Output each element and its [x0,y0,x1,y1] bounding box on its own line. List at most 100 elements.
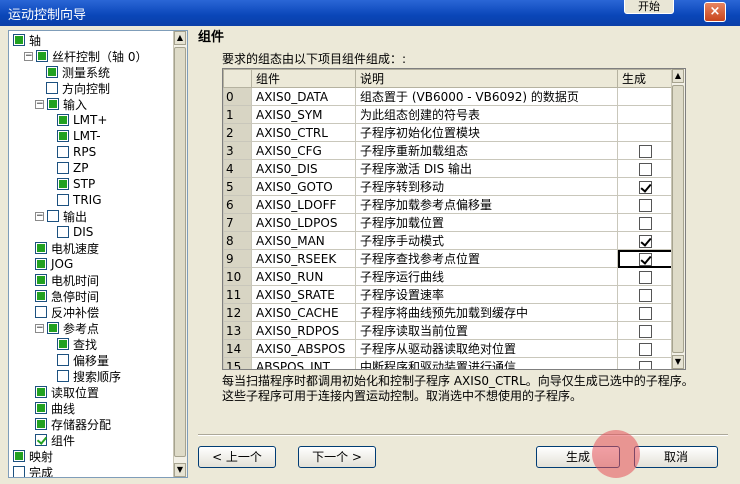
generate-checkbox[interactable] [639,180,652,194]
table-row[interactable]: 6 AXIS0_LDOFF 子程序加载参考点偏移量 [223,195,674,214]
tree-checkbox-icon[interactable] [35,258,47,270]
generate-cell[interactable] [617,321,674,340]
table-row[interactable]: 9 AXIS0_RSEEK 子程序查找参考点位置 [223,249,674,268]
generate-cell[interactable] [617,267,674,286]
tree-checkbox-icon[interactable] [13,34,25,46]
tree-checkbox-icon[interactable] [57,354,69,366]
tree-item[interactable]: 查找 [57,336,97,352]
tree-checkbox-icon[interactable] [57,226,69,238]
tree-item[interactable]: − 输出 [35,208,87,224]
tree-checkbox-icon[interactable] [36,50,48,62]
table-row[interactable]: 13 AXIS0_RDPOS 子程序读取当前位置 [223,321,674,340]
generate-checkbox[interactable] [639,162,652,176]
tree-item[interactable]: 搜索顺序 [57,368,121,384]
generate-cell[interactable] [617,303,674,322]
tree-checkbox-icon[interactable] [57,130,69,142]
tree-item[interactable]: 曲线 [35,400,75,416]
tree-item[interactable]: 完成 [13,464,53,477]
tree-checkbox-icon[interactable] [47,210,59,222]
tree-checkbox-icon[interactable] [35,290,47,302]
tree-checkbox-icon[interactable] [35,274,47,286]
grid-scrollbar[interactable]: ▲ ▼ [671,69,685,369]
tree-item[interactable]: 方向控制 [46,80,110,96]
tree-checkbox-icon[interactable] [57,162,69,174]
tree-item[interactable]: RPS [57,144,96,160]
generate-cell[interactable] [617,195,674,214]
tree-checkbox-icon[interactable] [57,370,69,382]
tree-item[interactable]: 电机时间 [35,272,99,288]
generate-checkbox[interactable] [639,144,652,158]
generate-checkbox[interactable] [639,360,652,369]
generate-checkbox[interactable] [639,306,652,320]
tree-scroll-thumb[interactable] [174,47,186,457]
generate-cell[interactable] [617,249,674,268]
generate-checkbox[interactable] [639,198,652,212]
tree-item[interactable]: 读取位置 [35,384,99,400]
tree-item[interactable]: 急停时间 [35,288,99,304]
generate-checkbox[interactable] [639,342,652,356]
table-row[interactable]: 14 AXIS0_ABSPOS 子程序从驱动器读取绝对位置 [223,339,674,358]
tree-item[interactable]: 存储器分配 [35,416,111,432]
collapse-icon[interactable]: − [35,99,44,109]
tree-item[interactable]: 组件 [35,432,75,448]
generate-cell[interactable] [617,177,674,196]
tree-checkbox-icon[interactable] [57,338,69,350]
generate-checkbox[interactable] [639,216,652,230]
tree-checkbox-icon[interactable] [35,242,47,254]
table-row[interactable]: 8 AXIS0_MAN 子程序手动模式 [223,231,674,250]
tree-checkbox-icon[interactable] [35,434,47,446]
tree-checkbox-icon[interactable] [35,386,47,398]
generate-cell[interactable] [617,357,674,369]
tree-checkbox-icon[interactable] [35,306,47,318]
tree-checkbox-icon[interactable] [47,322,59,334]
table-row[interactable]: 5 AXIS0_GOTO 子程序转到移动 [223,177,674,196]
tree-item[interactable]: 轴 [13,32,41,48]
tree-checkbox-icon[interactable] [35,402,47,414]
generate-cell[interactable] [617,141,674,160]
tree-item[interactable]: TRIG [57,192,102,208]
table-row[interactable]: 1 AXIS0_SYM 为此组态创建的符号表 [223,105,674,124]
generate-checkbox[interactable] [639,288,652,302]
grid-scroll-thumb[interactable] [672,85,684,353]
table-row[interactable]: 12 AXIS0_CACHE 子程序将曲线预先加载到缓存中 [223,303,674,322]
tree-item[interactable]: LMT- [57,128,101,144]
tree-scrollbar[interactable]: ▲ ▼ [173,31,187,477]
cancel-button[interactable]: 取消 [634,446,718,468]
generate-cell[interactable] [617,285,674,304]
generate-checkbox[interactable] [639,324,652,338]
generate-cell[interactable] [617,339,674,358]
tree-item[interactable]: − 输入 [35,96,87,112]
collapse-icon[interactable]: − [24,51,33,61]
tree-item[interactable]: 反冲补偿 [35,304,99,320]
generate-cell[interactable] [617,231,674,250]
tree-item[interactable]: DIS [57,224,93,240]
prev-button[interactable]: < 上一个 [198,446,276,468]
next-button[interactable]: 下一个 > [298,446,376,468]
tree-checkbox-icon[interactable] [47,98,59,110]
collapse-icon[interactable]: − [35,211,44,221]
table-row[interactable]: 11 AXIS0_SRATE 子程序设置速率 [223,285,674,304]
tree-item[interactable]: − 丝杆控制（轴 0） [24,48,147,64]
tree-checkbox-icon[interactable] [35,418,47,430]
tree-item[interactable]: 测量系统 [46,64,110,80]
table-row[interactable]: 4 AXIS0_DIS 子程序激活 DIS 输出 [223,159,674,178]
tree-item[interactable]: 偏移量 [57,352,109,368]
start-button[interactable]: 开始 [624,0,674,14]
generate-checkbox[interactable] [639,252,652,266]
table-row[interactable]: 10 AXIS0_RUN 子程序运行曲线 [223,267,674,286]
tree-item[interactable]: STP [57,176,95,192]
tree-checkbox-icon[interactable] [57,114,69,126]
grid-scroll-up-icon[interactable]: ▲ [672,69,684,83]
generate-checkbox[interactable] [639,270,652,284]
tree-checkbox-icon[interactable] [46,66,58,78]
table-row[interactable]: 15 ABSPOS_INT 中断程序和驱动装置进行通信 [223,357,674,369]
tree-checkbox-icon[interactable] [57,178,69,190]
tree-item[interactable]: 电机速度 [35,240,99,256]
tree-checkbox-icon[interactable] [57,194,69,206]
tree-checkbox-icon[interactable] [46,82,58,94]
tree-item[interactable]: − 参考点 [35,320,99,336]
tree-checkbox-icon[interactable] [57,146,69,158]
tree-checkbox-icon[interactable] [13,450,25,462]
table-row[interactable]: 0 AXIS0_DATA 组态置于 (VB6000 - VB6092) 的数据页 [223,87,674,106]
generate-cell[interactable] [617,213,674,232]
